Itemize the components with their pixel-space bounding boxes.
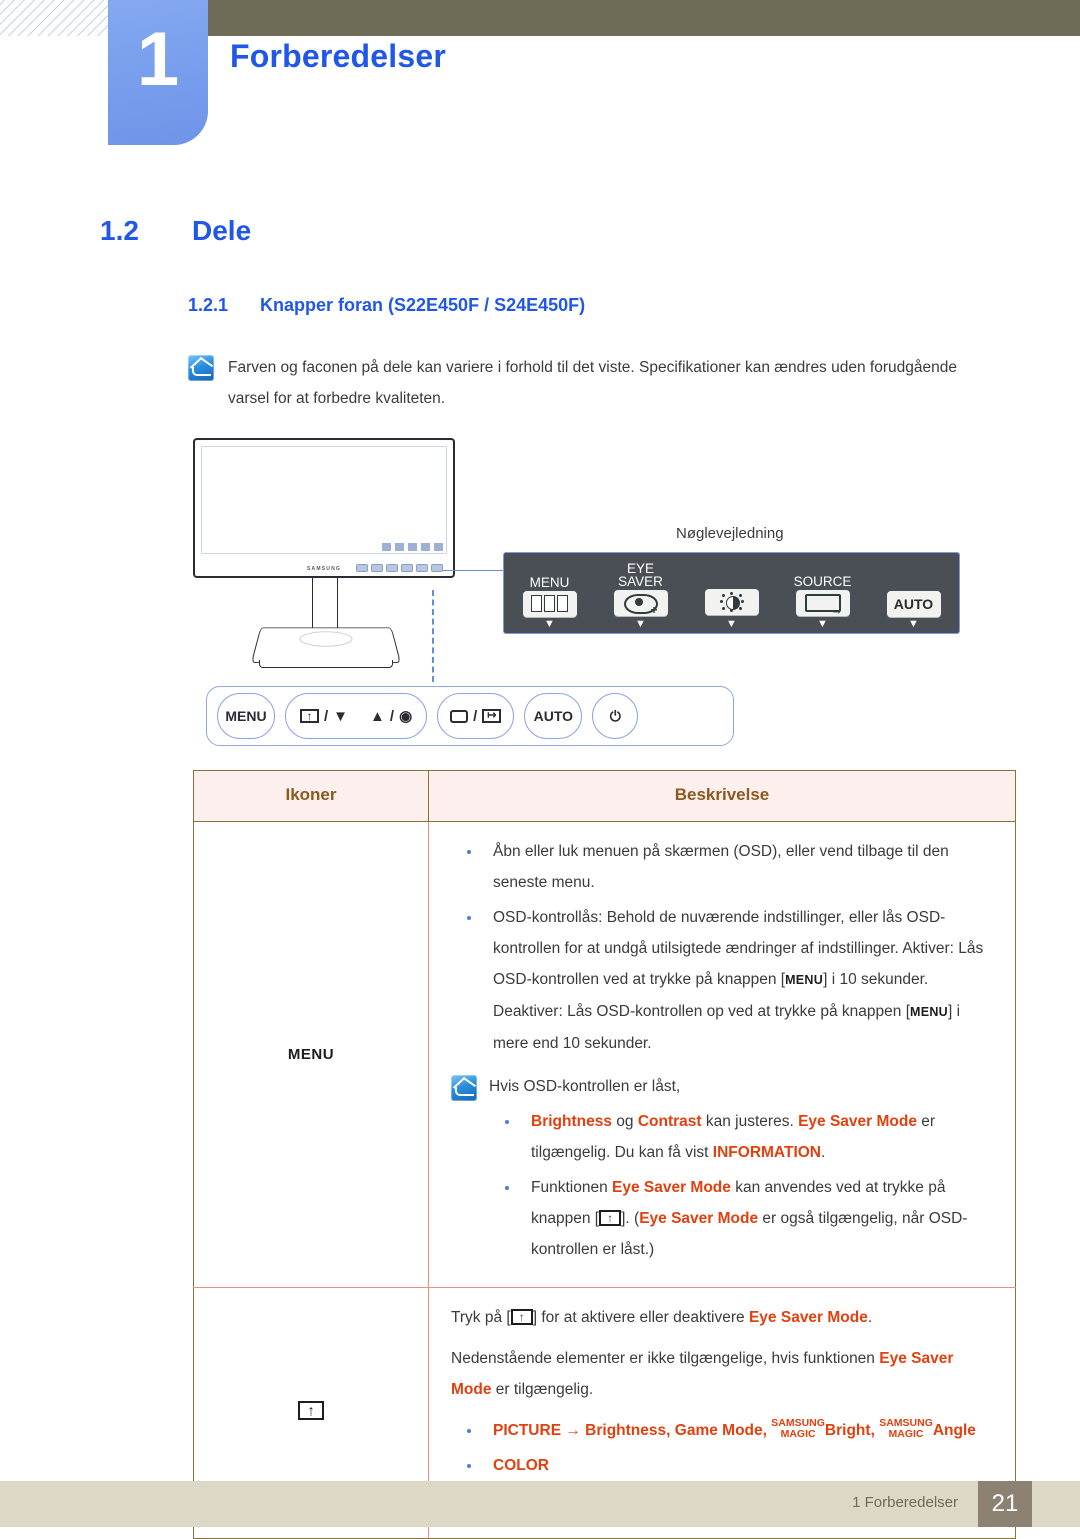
monitor-button-labels <box>382 543 443 551</box>
eyesaver-down-up-enter-button[interactable]: /▼ ▲/◉ <box>285 693 428 739</box>
intro-note: Farven og faconen på dele kan variere i … <box>188 352 978 414</box>
section-heading: 1.2 Dele <box>100 215 251 247</box>
list-item: Åbn eller luk menuen på skærmen (OSD), e… <box>451 836 993 898</box>
monitor-physical-buttons <box>356 564 443 572</box>
monitor-stand-base-edge <box>259 660 393 668</box>
table-row: MENU Åbn eller luk menuen på skærmen (OS… <box>193 821 1016 1288</box>
keyguide-label-menu: MENU <box>529 574 570 590</box>
list-item: COLOR <box>451 1450 993 1481</box>
monitor-stand-base <box>250 627 402 663</box>
chevron-down-icon: ▼ <box>726 618 737 630</box>
keyguide-label-brightness <box>686 574 777 587</box>
keyguide-label-eyesaver: EYE SAVER <box>618 561 663 589</box>
samsung-magic-mark: SAMSUNG MAGIC <box>771 1417 825 1440</box>
samsung-magic-mark: SAMSUNG MAGIC <box>879 1417 933 1440</box>
chapter-number: 1 <box>136 17 180 102</box>
chevron-down-icon: ▼ <box>544 618 555 630</box>
keyguide-item-auto[interactable]: AUTO ▼ <box>868 576 959 633</box>
section-number: 1.2 <box>100 215 139 246</box>
list-item: PICTURE → Brightness, Game Mode, SAMSUNG… <box>451 1415 993 1446</box>
power-button[interactable]: ⏻ <box>592 693 639 739</box>
icon-cell-menu: MENU <box>193 821 429 1288</box>
table-header-row: Ikoner Beskrivelse <box>193 770 1016 822</box>
eye-saver-mode-icon <box>298 1401 324 1420</box>
chapter-tab: 1 <box>108 0 208 145</box>
note-pencil-icon <box>451 1075 477 1101</box>
subsection-number: 1.2.1 <box>188 295 229 315</box>
monitor-illustration: SAMSUNG <box>193 438 493 668</box>
list-item: Funktionen Eye Saver Mode kan anvendes v… <box>489 1172 993 1265</box>
eye-saver-mode-icon <box>300 709 319 723</box>
leader-line-horizontal <box>443 570 503 571</box>
subsection-title: Knapper foran (S22E450F / S24E450F) <box>260 295 586 315</box>
leader-line-vertical-dashed <box>432 590 434 682</box>
source-loop-icon: → <box>795 590 850 616</box>
chapter-title: Forberedelser <box>230 38 447 74</box>
front-button-strip: MENU /▼ ▲/◉ / AUTO ⏻ <box>206 686 734 746</box>
auto-button[interactable]: AUTO <box>524 693 583 739</box>
monitor-screen <box>201 446 447 554</box>
intro-note-text: Farven og faconen på dele kan variere i … <box>228 359 957 407</box>
eye-saver-icon: + <box>613 590 668 616</box>
decorative-hatch-pattern <box>0 0 108 36</box>
source-enter-glyph: / <box>450 708 502 725</box>
keyguide-item-source[interactable]: SOURCE → ▼ <box>777 575 868 633</box>
chevron-down-icon: ▼ <box>817 618 828 630</box>
keyguide-item-menu[interactable]: MENU ▼ <box>504 574 595 634</box>
keyguide-label-auto <box>868 576 959 589</box>
menu-bullet-list: Åbn eller luk menuen på skærmen (OSD), e… <box>451 836 993 1059</box>
source-enter-button[interactable]: / <box>437 693 515 739</box>
keyguide-item-brightness[interactable]: ▼ <box>686 574 777 633</box>
source-loop-icon <box>450 709 469 723</box>
description-cell-menu: Åbn eller luk menuen på skærmen (OSD), e… <box>428 821 1016 1288</box>
list-item: OSD-kontrollås: Behold de nuværende inds… <box>451 902 993 1059</box>
up-enter-glyph: ▲ / ◉ <box>370 707 413 726</box>
eyesaver-down-glyph: /▼ <box>300 708 348 725</box>
table-header-ikoner: Ikoner <box>193 770 429 822</box>
header-bar <box>208 0 1080 36</box>
keyguide-label-source: SOURCE <box>793 574 852 589</box>
subsection-heading: 1.2.1 Knapper foran (S22E450F / S24E450F) <box>188 295 585 316</box>
menu-button[interactable]: MENU <box>217 693 275 739</box>
chevron-down-icon: ▼ <box>635 618 646 630</box>
eyesaver-paragraph-1: Tryk på [] for at aktivere eller deaktiv… <box>451 1302 993 1333</box>
chevron-down-icon: ▼ <box>908 618 919 630</box>
subnote-intro: Hvis OSD-kontrollen er låst, <box>489 1078 681 1095</box>
osd-lock-subnote: Hvis OSD-kontrollen er låst, Brightness … <box>451 1071 993 1269</box>
eye-saver-mode-icon <box>599 1210 622 1226</box>
menu-bars-icon <box>522 590 577 617</box>
auto-icon: AUTO <box>886 591 941 617</box>
table-header-beskrivelse: Beskrivelse <box>428 770 1016 822</box>
keyguide-caption: Nøglevejledning <box>676 525 784 542</box>
note-pencil-icon <box>188 355 214 381</box>
footer-chapter-label: 1 Forberedelser <box>852 1494 958 1511</box>
footer-page-number: 21 <box>978 1481 1032 1527</box>
subnote-bullet-list: Brightness og Contrast kan justeres. Eye… <box>489 1106 993 1265</box>
brightness-icon <box>704 589 759 615</box>
eyesaver-paragraph-2: Nedenstående elementer er ikke tilgængel… <box>451 1350 954 1398</box>
menu-key-label: MENU <box>910 1005 949 1019</box>
list-item: Brightness og Contrast kan justeres. Eye… <box>489 1106 993 1168</box>
keyguide-panel: MENU ▼ EYE SAVER + ▼ ▼ SOURCE → ▼ AUTO ▼ <box>503 552 960 634</box>
keyguide-item-eyesaver[interactable]: EYE SAVER + ▼ <box>595 562 686 633</box>
menu-key-label: MENU <box>785 973 824 987</box>
menu-text-icon: MENU <box>287 1045 335 1063</box>
monitor-frame: SAMSUNG <box>193 438 455 578</box>
monitor-brand-logo: SAMSUNG <box>307 566 341 572</box>
return-icon <box>482 709 502 723</box>
page-footer: 1 Forberedelser 21 <box>0 1481 1080 1527</box>
section-title: Dele <box>192 215 252 246</box>
buttons-description-table: Ikoner Beskrivelse MENU Åbn eller luk me… <box>193 770 1016 1539</box>
eye-saver-mode-icon <box>510 1309 533 1325</box>
